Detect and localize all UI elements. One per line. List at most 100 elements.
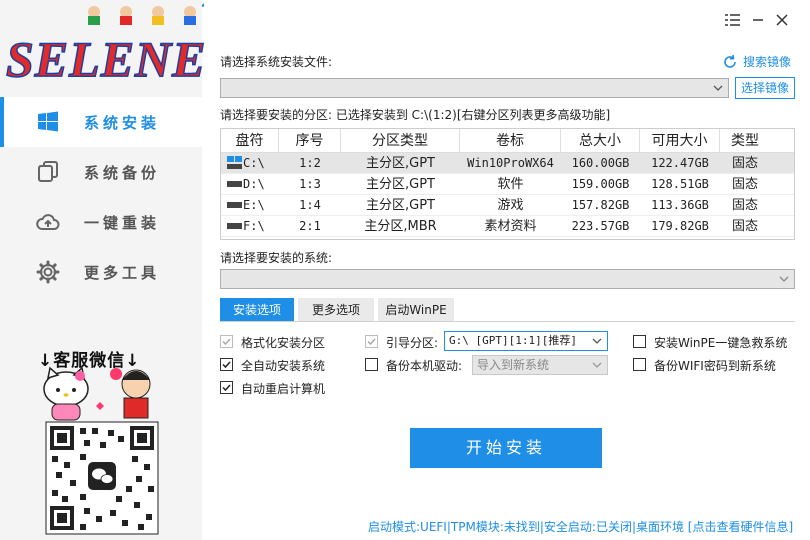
status-bar[interactable]: 启动模式:UEFI|TPM模块:未找到|安全启动:已关闭|桌面环境 [点击查看硬…: [368, 518, 793, 535]
tab-install-options[interactable]: 安装选项: [220, 298, 294, 322]
cell-index: 1:4: [299, 198, 321, 212]
app-logo: SELENE: [5, 2, 204, 86]
cell-type: 主分区,GPT: [366, 156, 435, 171]
sidebar: SELENE 系统安装 系统备份 一键重装 更多工具 ↓客服微信↓: [0, 0, 204, 540]
column-header[interactable]: 类型: [720, 129, 770, 153]
cell-label: Win10ProWX64: [467, 156, 554, 170]
select-image-button[interactable]: 选择镜像: [735, 77, 795, 99]
cell-free: 113.36GB: [651, 198, 709, 212]
cell-drive: C:\: [243, 156, 265, 170]
nav-item-more-tools[interactable]: 更多工具: [0, 247, 202, 297]
table-row[interactable]: D:\ 1:3 主分区,GPT 软件 159.00GB 128.51GB 固态: [221, 174, 794, 195]
table-row[interactable]: F:\ 2:1 主分区,MBR 素材资料 223.57GB 179.82GB 固…: [221, 216, 794, 237]
search-image-label: 搜索镜像: [743, 55, 792, 69]
nav-item-system-backup[interactable]: 系统备份: [0, 147, 202, 197]
windows-drive-icon: [227, 156, 242, 169]
nav-label: 系统备份: [84, 164, 161, 182]
system-combo[interactable]: [220, 269, 795, 289]
partition-label: 请选择要安装的分区: 已选择安装到 C:\(1:2)[右键分区列表更多高级功能]: [220, 108, 611, 122]
backup-driver-checkbox[interactable]: [365, 358, 378, 371]
cell-label: 软件: [497, 177, 524, 192]
windows-icon: [38, 111, 58, 132]
nav-label: 更多工具: [84, 264, 161, 282]
cell-type: 主分区,GPT: [366, 198, 435, 213]
boot-partition-checkbox[interactable]: [365, 335, 378, 348]
column-header[interactable]: 总大小: [561, 129, 640, 153]
system-label: 请选择要安装的系统:: [220, 251, 333, 265]
drive-icon: [227, 202, 242, 208]
auto-reboot-checkbox[interactable]: [220, 381, 233, 394]
cell-drive: F:\: [243, 219, 265, 233]
cell-type: 主分区,MBR: [364, 219, 437, 234]
cloud-icon: [36, 214, 60, 230]
column-header[interactable]: 盘符: [221, 129, 279, 153]
column-header[interactable]: 序号: [279, 129, 341, 153]
install-file-combo[interactable]: [220, 78, 729, 98]
chevron-down-icon: [779, 276, 789, 282]
install-winpe-label: 安装WinPE一键急救系统: [654, 336, 788, 350]
cell-total: 157.82GB: [571, 198, 630, 212]
copy-icon: [38, 161, 58, 182]
wechat-qr-code: [45, 421, 159, 535]
drive-icon: [227, 181, 242, 187]
cell-media: 固态: [731, 156, 758, 171]
chevron-down-icon: [592, 338, 602, 344]
install-file-label: 请选择系统安装文件:: [220, 55, 333, 69]
table-row[interactable]: C:\ 1:2 主分区,GPT Win10ProWX64 160.00GB 12…: [221, 153, 794, 174]
menu-icon[interactable]: [722, 10, 742, 30]
refresh-icon: [724, 54, 736, 68]
tab-more-options[interactable]: 更多选项: [298, 298, 374, 322]
cell-free: 122.47GB: [651, 156, 709, 170]
column-header[interactable]: 卷标: [460, 129, 561, 153]
cell-index: 1:2: [299, 156, 321, 170]
logo-text: SELENE: [6, 31, 204, 86]
cell-free: 179.82GB: [651, 219, 709, 233]
checkmark-icon: [222, 384, 231, 392]
cell-free: 128.51GB: [651, 177, 709, 191]
backup-wifi-checkbox[interactable]: [633, 358, 646, 371]
auto-reboot-label: 自动重启计算机: [241, 382, 326, 396]
crayon-shin-chan-illustration: [96, 368, 151, 419]
minimize-icon[interactable]: [748, 10, 768, 30]
install-winpe-checkbox[interactable]: [633, 335, 646, 348]
column-header[interactable]: 分区类型: [341, 129, 460, 153]
format-partition-label: 格式化安装分区: [241, 336, 326, 350]
cell-index: 2:1: [299, 219, 321, 233]
format-partition-checkbox[interactable]: [220, 335, 233, 348]
backup-driver-select[interactable]: 导入到新系统: [472, 355, 608, 375]
support-qr-area: [43, 366, 159, 535]
start-install-button[interactable]: 开始安装: [410, 428, 602, 468]
boot-partition-select[interactable]: G:\ [GPT][1:1][推荐]: [444, 331, 608, 351]
boot-partition-label: 引导分区:: [386, 336, 439, 350]
hello-kitty-illustration: [43, 366, 89, 421]
tab-divider: [220, 321, 795, 322]
nav-label: 一键重装: [84, 214, 161, 232]
nav-label: 系统安装: [84, 114, 161, 132]
chevron-down-icon: [713, 85, 723, 91]
boot-partition-value: G:\ [GPT][1:1][推荐]: [449, 334, 577, 347]
column-header[interactable]: 可用大小: [640, 129, 720, 153]
tab-boot-winpe[interactable]: 启动WinPE: [378, 298, 454, 322]
gear-icon: [36, 260, 60, 284]
partition-table: 盘符 序号 分区类型 卷标 总大小 可用大小 类型 C:\ 1:2 主分区,GP…: [220, 128, 795, 240]
backup-wifi-label: 备份WIFI密码到新系统: [654, 359, 776, 373]
checkmark-icon: [222, 361, 231, 369]
chevron-down-icon: [592, 362, 602, 368]
backup-driver-value: 导入到新系统: [477, 358, 550, 372]
search-image-link[interactable]: 搜索镜像: [722, 53, 791, 70]
cell-type: 主分区,GPT: [366, 177, 435, 192]
nav-item-system-install[interactable]: 系统安装: [0, 97, 202, 147]
cell-total: 223.57GB: [571, 219, 630, 233]
nav-item-one-click-reinstall[interactable]: 一键重装: [0, 197, 202, 247]
cell-media: 固态: [731, 177, 758, 192]
checkmark-icon: [367, 338, 376, 346]
cell-total: 160.00GB: [571, 156, 630, 170]
auto-install-label: 全自动安装系统: [241, 359, 326, 373]
logo-characters-decoration: [88, 2, 204, 25]
auto-install-checkbox[interactable]: [220, 358, 233, 371]
cell-drive: E:\: [243, 198, 265, 212]
close-icon[interactable]: [772, 10, 792, 30]
cell-drive: D:\: [243, 177, 265, 191]
table-row[interactable]: E:\ 1:4 主分区,GPT 游戏 157.82GB 113.36GB 固态: [221, 195, 794, 216]
drive-icon: [227, 223, 242, 229]
